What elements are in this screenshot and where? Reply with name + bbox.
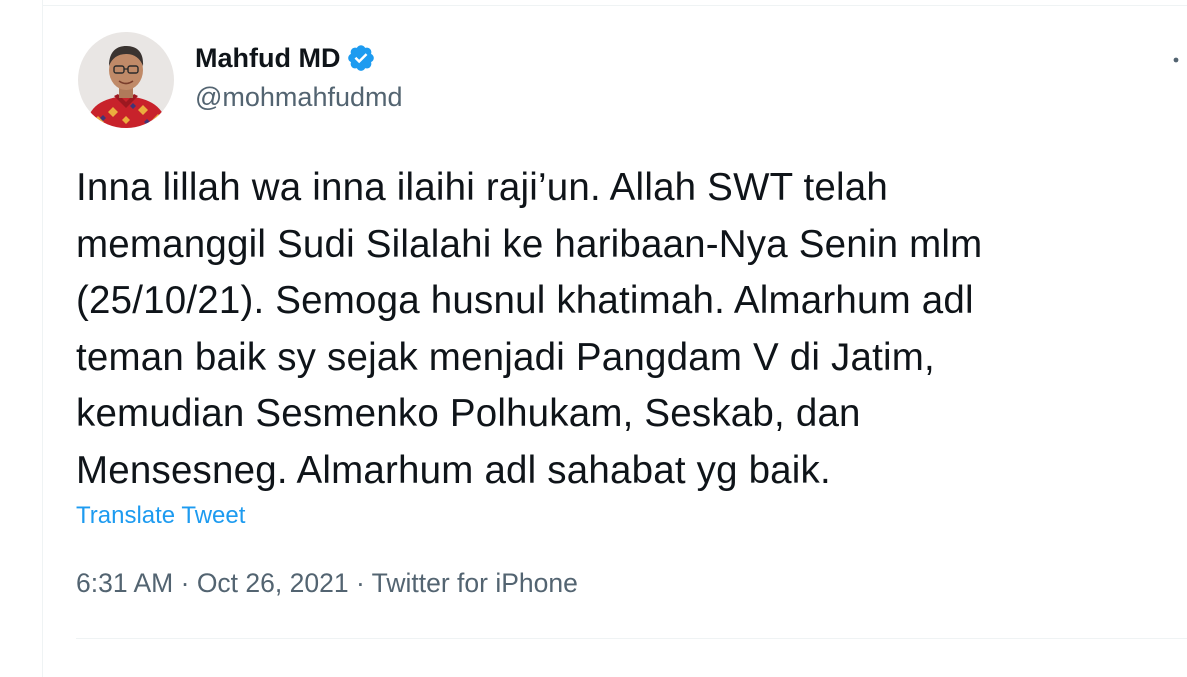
- tweet-text-line: memanggil Sudi Silalahi ke haribaan-Nya …: [76, 222, 983, 266]
- tweet-text: Inna lillah wa inna ilaihi raji’un. Alla…: [76, 160, 1176, 499]
- column-divider: [42, 0, 43, 677]
- avatar[interactable]: [78, 32, 174, 128]
- author-name[interactable]: Mahfud MD: [195, 43, 340, 74]
- tweet-text-line: (25/10/21). Semoga husnul khatimah. Alma…: [76, 279, 974, 322]
- meta-separator: ·: [180, 568, 190, 598]
- tweet-text-line: Mensesneg. Almarhum adl sahabat yg baik.: [76, 448, 831, 492]
- tweet-source[interactable]: Twitter for iPhone: [372, 568, 578, 598]
- more-options-button[interactable]: [1168, 46, 1187, 74]
- tweet-metadata: 6:31 AM · Oct 26, 2021 · Twitter for iPh…: [76, 568, 578, 599]
- verified-badge-icon: [348, 45, 375, 71]
- meta-separator: ·: [355, 568, 365, 598]
- author-name-row[interactable]: Mahfud MD: [195, 38, 376, 78]
- author-handle[interactable]: @mohmahfudmd: [195, 82, 403, 113]
- tweet-date[interactable]: Oct 26, 2021: [197, 568, 349, 598]
- tweet-detail: Mahfud MD @mohmahfudmd Inna lillah wa in…: [0, 0, 1187, 677]
- bottom-divider: [76, 638, 1187, 639]
- top-divider: [42, 5, 1187, 6]
- tweet-text-line: Inna lillah wa inna ilaihi raji’un. Alla…: [76, 166, 889, 209]
- translate-tweet-link[interactable]: Translate Tweet: [76, 502, 245, 530]
- tweet-text-line: kemudian Sesmenko Polhukam, Seskab, dan: [76, 392, 861, 435]
- tweet-text-line: teman baik sy sejak menjadi Pangdam V di…: [76, 335, 935, 379]
- avatar-photo: [78, 32, 174, 128]
- more-options-icon: [1173, 57, 1179, 63]
- tweet-time[interactable]: 6:31 AM: [76, 568, 173, 598]
